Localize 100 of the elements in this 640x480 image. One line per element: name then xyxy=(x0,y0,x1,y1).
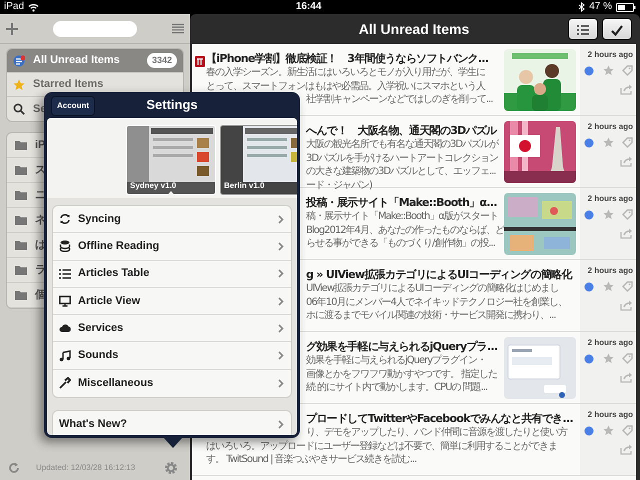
chevron-icon xyxy=(278,420,284,429)
folder-icon xyxy=(15,265,27,275)
unread-dot-icon[interactable] xyxy=(584,354,594,364)
settings-item[interactable]: Articles Table xyxy=(53,260,291,288)
database-icon xyxy=(59,240,71,252)
music-note-icon xyxy=(59,350,71,362)
folder-icon xyxy=(15,215,27,225)
tag-icon[interactable] xyxy=(622,65,633,76)
chevron-icon xyxy=(278,296,284,306)
folder-icon xyxy=(15,190,27,200)
check-icon xyxy=(611,24,623,36)
tag-icon[interactable] xyxy=(622,353,633,364)
share-icon[interactable] xyxy=(620,84,633,95)
article-snippet-line: 効果を手軽に与えられるjQueryプラグイン・ xyxy=(306,354,488,368)
star-icon[interactable] xyxy=(602,137,614,148)
share-icon[interactable] xyxy=(620,156,633,167)
article-snippet-line: 社学割キャンペーンなどではしのぎを削って... xyxy=(306,93,494,106)
article-title[interactable]: へんで！ 大阪名物、通天閣の3Dパズル xyxy=(306,123,501,138)
folder-icon xyxy=(15,290,27,300)
sync-icon xyxy=(59,213,71,226)
menu-icon[interactable] xyxy=(172,23,184,34)
settings-icon[interactable] xyxy=(164,460,178,474)
chevron-icon xyxy=(278,324,284,333)
article-snippet-line: 続 的にサイト内で動かします。CPUの 問題... xyxy=(306,381,488,394)
share-icon[interactable] xyxy=(620,372,633,383)
star-icon[interactable] xyxy=(602,65,614,76)
article-time: 2 hours ago xyxy=(586,49,633,61)
article-title[interactable]: 投稿・展示サイト「Make::Booth」α... xyxy=(306,195,501,210)
unread-dot-icon[interactable] xyxy=(584,66,594,76)
settings-item[interactable]: Services xyxy=(53,315,291,342)
article-snippet-line: す。 TwitSound | 音楽つぶやきサービス続きを読む... xyxy=(206,453,418,466)
tag-icon[interactable] xyxy=(622,281,633,292)
share-icon[interactable] xyxy=(620,300,633,311)
article-title[interactable]: プロードしてTwitterやFacebookでみんなと共有でき... xyxy=(306,411,580,426)
article-snippet-line: 画像とかをフワフワ動かすやつです。 指定した xyxy=(306,368,498,381)
tag-icon[interactable] xyxy=(622,137,633,148)
layout-button[interactable] xyxy=(568,18,598,40)
chevron-icon xyxy=(278,378,284,388)
battery-percent: 47 % xyxy=(589,0,612,14)
share-icon[interactable] xyxy=(620,228,633,239)
star-icon xyxy=(13,78,25,90)
settings-item[interactable]: Syncing xyxy=(53,206,291,234)
cloud-icon xyxy=(59,322,71,334)
article-title[interactable]: グ効果を手軽に与えられるjQueryプラ... xyxy=(306,339,501,354)
chevron-icon xyxy=(278,242,284,251)
mark-all-read-button[interactable] xyxy=(602,18,632,40)
wifi-icon xyxy=(28,2,40,12)
settings-item[interactable]: Offline Reading xyxy=(53,233,291,261)
unread-dot-icon[interactable] xyxy=(584,282,594,292)
tag-icon[interactable] xyxy=(622,209,633,220)
add-icon[interactable] xyxy=(6,22,18,34)
article-snippet-line: UIView拡張カテゴリによるUIコーディングの簡略化はじめまし xyxy=(306,282,560,296)
share-icon[interactable] xyxy=(620,444,633,455)
theme-thumbnail[interactable]: Sydney v1.0 xyxy=(127,126,215,194)
folder-icon xyxy=(15,240,27,250)
settings-item[interactable]: Sounds xyxy=(53,342,291,370)
article-snippet-line: 春の入学シーズン。新生活にはいろいろとモノが入り用だが、学生に xyxy=(206,66,486,80)
settings-item[interactable]: Article View xyxy=(53,288,291,316)
unread-dot-icon[interactable] xyxy=(584,210,594,220)
unread-dot-icon[interactable] xyxy=(584,138,594,148)
article-snippet-line: はいろいろ。アップロードにユーザー登録などは不要で、簡単に利用することができま xyxy=(206,440,558,453)
article-snippet-line: 3Dパズルを手がけるハートアートコレクション xyxy=(306,152,500,165)
article-snippet-line: 稿・展示サイト「Make::Booth」α版がスタート xyxy=(306,210,500,224)
popover-title: Settings xyxy=(146,97,198,112)
star-icon[interactable] xyxy=(602,209,614,220)
refresh-icon[interactable] xyxy=(8,462,20,474)
update-time: Updated: 12/03/28 16:12:13 xyxy=(36,462,136,474)
star-icon[interactable] xyxy=(602,353,614,364)
article-snippet-line: り、デモをアップしたり、バンド仲間に音源を渡したりと使い方 xyxy=(306,426,568,440)
article-time: 2 hours ago xyxy=(586,409,633,421)
wrench-icon xyxy=(59,377,71,390)
chevron-icon xyxy=(278,269,284,278)
feed-icon xyxy=(13,54,25,66)
article-time: 2 hours ago xyxy=(586,193,633,205)
clock-time: 16:44 xyxy=(296,1,322,12)
article-time: 2 hours ago xyxy=(586,337,633,349)
folder-icon xyxy=(15,140,27,150)
search-field[interactable] xyxy=(53,20,137,36)
settings-item[interactable]: Miscellaneous xyxy=(53,370,291,398)
unread-dot-icon[interactable] xyxy=(584,426,594,436)
article-snippet-line: らせる事ができる「ものづくり/創作物」の投... xyxy=(306,237,496,250)
chevron-icon xyxy=(278,214,284,224)
star-icon[interactable] xyxy=(602,281,614,292)
tag-icon[interactable] xyxy=(622,425,633,436)
account-button[interactable]: Account xyxy=(51,96,95,116)
article-title[interactable]: 【iPhone学割】徹底検証！ 3年間使うならソフトバンク... xyxy=(206,51,501,66)
article-time: 2 hours ago xyxy=(586,265,633,277)
theme-label: Berlin v1.0 xyxy=(224,180,264,192)
folder-icon xyxy=(15,165,27,175)
star-icon[interactable] xyxy=(602,425,614,436)
sidebar-item[interactable]: All Unread Items 3342 xyxy=(7,49,183,73)
article-snippet-line: 大阪の観光名所でも有名な通天閣の3Dパズルが xyxy=(306,138,500,152)
article-snippet-line: 06年10月にメンバー4人でネイキッドテクノロジー社を創業し、 xyxy=(306,296,568,309)
bluetooth-icon xyxy=(578,2,586,12)
article-snippet-line: ホに渡るまでモバイル関連の技術・サービス開発に携わり、... xyxy=(306,309,557,322)
carrier-label: iPad xyxy=(4,0,24,14)
article-title[interactable]: g » UIView拡張カテゴリによるUIコーディングの簡略化 xyxy=(306,267,580,282)
list-icon xyxy=(59,268,71,280)
article-time: 2 hours ago xyxy=(586,121,633,133)
theme-thumbnail[interactable]: Berlin v1.0 xyxy=(221,126,297,194)
